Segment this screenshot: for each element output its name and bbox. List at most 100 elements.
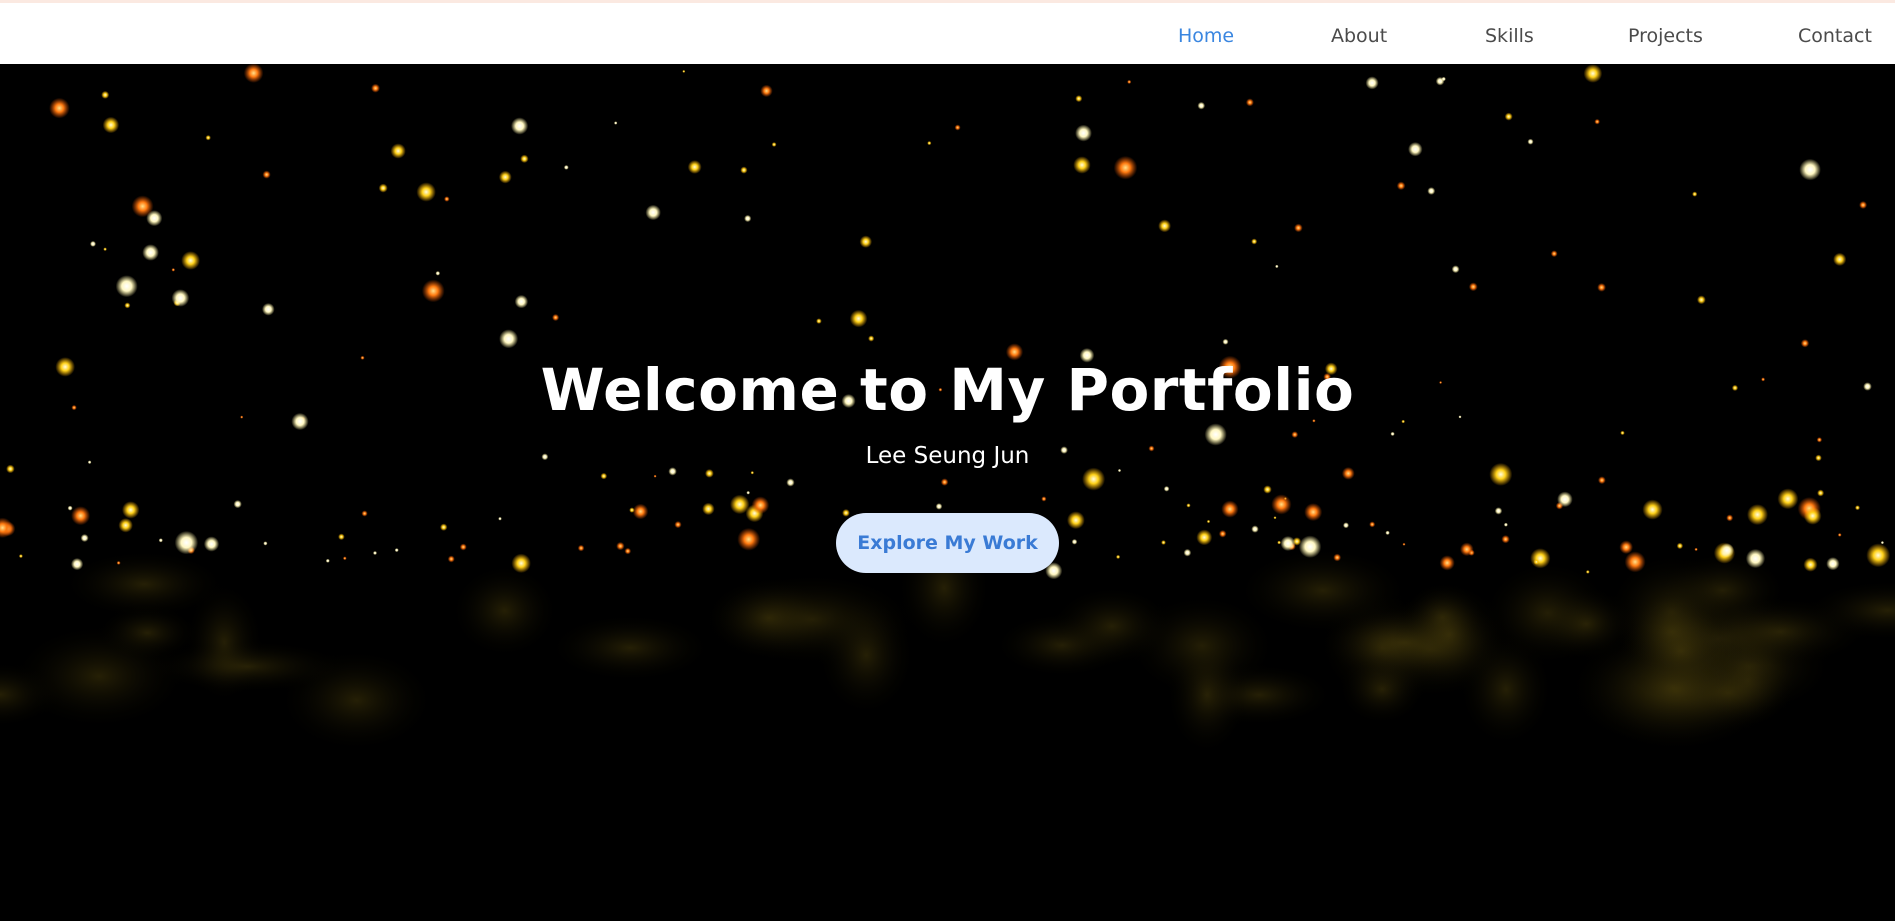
particle xyxy=(1275,264,1279,269)
haze-glow xyxy=(703,576,835,660)
particle xyxy=(1245,98,1254,107)
particle xyxy=(118,518,133,533)
particle xyxy=(338,533,345,541)
particle xyxy=(1692,191,1698,197)
particle xyxy=(440,523,448,531)
particle xyxy=(1251,525,1259,533)
particle xyxy=(1385,530,1390,535)
particle xyxy=(1271,494,1292,515)
particle xyxy=(577,544,585,552)
particle xyxy=(1075,95,1083,103)
particle xyxy=(1396,181,1406,191)
particle xyxy=(1501,535,1510,544)
particle xyxy=(1594,118,1600,125)
particle xyxy=(510,117,529,135)
explore-work-button[interactable]: Explore My Work xyxy=(836,513,1059,573)
particle xyxy=(1291,431,1299,438)
particle xyxy=(1803,557,1818,572)
particle xyxy=(1333,553,1342,562)
particle xyxy=(653,474,657,478)
particle xyxy=(705,469,714,478)
particle xyxy=(552,313,560,322)
particle xyxy=(842,509,850,517)
particle xyxy=(1859,201,1868,209)
particle xyxy=(645,204,661,221)
particle xyxy=(1451,265,1460,274)
particle xyxy=(629,507,635,513)
particle xyxy=(1263,485,1272,494)
particle xyxy=(262,170,271,179)
particle xyxy=(927,141,932,146)
particle xyxy=(1408,142,1423,157)
particle xyxy=(1837,533,1842,537)
particle xyxy=(115,275,138,298)
particle xyxy=(849,309,868,328)
particle xyxy=(394,548,399,553)
particle xyxy=(730,494,750,515)
nav-link-projects[interactable]: Projects xyxy=(1628,25,1703,47)
particle xyxy=(1533,559,1540,565)
particle xyxy=(616,541,625,551)
particle xyxy=(1304,503,1323,522)
particle xyxy=(1585,570,1590,574)
nav-link-home[interactable]: Home xyxy=(1178,25,1234,47)
particle xyxy=(1218,530,1227,538)
particle xyxy=(71,558,84,571)
particle xyxy=(447,555,455,563)
nav-link-skills[interactable]: Skills xyxy=(1485,25,1534,47)
particle xyxy=(378,183,388,193)
particle xyxy=(1550,250,1558,258)
particle xyxy=(1158,219,1171,233)
particle xyxy=(1719,543,1734,558)
particle xyxy=(243,64,264,83)
particle xyxy=(940,478,949,486)
particle xyxy=(171,289,190,307)
particle xyxy=(1117,468,1122,473)
particle xyxy=(614,121,618,125)
particle xyxy=(1075,124,1092,142)
particle xyxy=(682,69,686,73)
particle xyxy=(1816,437,1823,443)
particle xyxy=(511,553,531,573)
particle xyxy=(1073,156,1091,174)
particle xyxy=(1880,541,1884,545)
particle xyxy=(1251,238,1258,245)
particle xyxy=(1390,431,1395,436)
nav-link-contact[interactable]: Contact xyxy=(1798,25,1872,47)
particle xyxy=(1866,543,1891,568)
particle xyxy=(49,97,70,119)
particle xyxy=(868,335,875,342)
particle xyxy=(373,551,377,555)
particle xyxy=(1726,514,1734,522)
particle xyxy=(1186,503,1191,508)
particle xyxy=(1597,283,1606,292)
particle xyxy=(80,534,89,542)
particle xyxy=(1343,522,1349,529)
particle xyxy=(859,235,872,248)
particle xyxy=(687,160,702,174)
particle xyxy=(760,84,773,98)
particle xyxy=(816,318,822,324)
particle xyxy=(1365,76,1379,90)
particle xyxy=(131,195,154,218)
particle xyxy=(1468,282,1478,292)
particle xyxy=(702,502,715,516)
particle xyxy=(416,182,436,202)
hero-section: Welcome to My Portfolio Lee Seung Jun Ex… xyxy=(0,64,1895,921)
particle xyxy=(203,536,220,552)
haze-glow xyxy=(1616,601,1746,701)
nav-link-about[interactable]: About xyxy=(1331,25,1387,47)
particle xyxy=(1777,488,1799,510)
particle xyxy=(1196,529,1213,546)
particle xyxy=(746,490,750,495)
particle xyxy=(1642,499,1663,520)
particle xyxy=(435,271,441,276)
particle xyxy=(390,143,406,159)
particle xyxy=(1161,540,1166,545)
particle xyxy=(1799,158,1821,181)
particle xyxy=(1441,76,1446,82)
particle xyxy=(600,472,608,480)
particle xyxy=(1826,557,1840,571)
particle xyxy=(1530,548,1551,569)
particle xyxy=(102,116,120,134)
